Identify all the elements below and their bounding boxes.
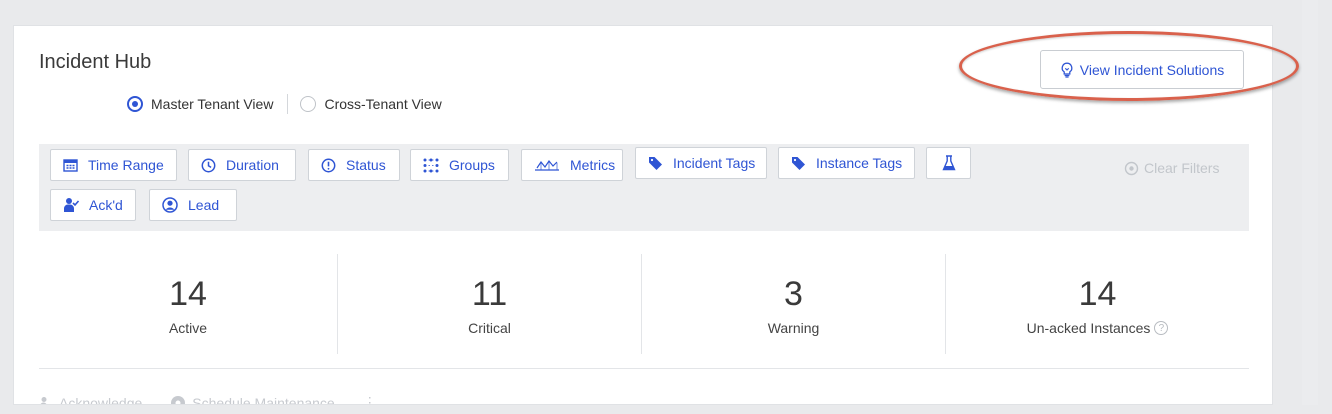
calendar-icon xyxy=(63,159,78,172)
filter-label: Status xyxy=(346,157,386,173)
filter-lead-button[interactable]: Lead xyxy=(149,189,237,221)
radio-selected-icon xyxy=(127,96,143,112)
section-divider xyxy=(39,368,1249,369)
stat-label: Critical xyxy=(468,320,511,336)
groups-icon xyxy=(423,158,439,172)
acknowledge-label: Acknowledge xyxy=(59,394,143,405)
incident-stats: 14 Active 11 Critical 3 Warning 14 Un-ac… xyxy=(39,254,1249,354)
filter-duration-button[interactable]: Duration xyxy=(188,149,296,181)
clear-filters-button[interactable]: Clear Filters xyxy=(1124,160,1219,176)
stat-value: 14 xyxy=(169,275,207,313)
acknowledged-user-icon xyxy=(64,198,79,212)
maintenance-icon xyxy=(171,395,186,404)
filter-label: Duration xyxy=(226,157,279,173)
stat-critical[interactable]: 11 Critical xyxy=(338,254,641,354)
tag-icon xyxy=(792,157,805,170)
filter-incident-tags-button[interactable]: Incident Tags xyxy=(635,147,767,179)
question-icon[interactable]: ? xyxy=(1154,321,1169,335)
filter-ackd-button[interactable]: Ack'd xyxy=(50,189,136,221)
stat-active[interactable]: 14 Active xyxy=(39,254,337,354)
bulk-actions-bar: Acknowledge Schedule Maintenance ⋮ xyxy=(39,394,405,405)
cross-tenant-view-label: Cross-Tenant View xyxy=(324,96,442,112)
flask-icon xyxy=(941,155,956,171)
schedule-maintenance-button[interactable]: Schedule Maintenance xyxy=(170,394,335,405)
filter-label: Ack'd xyxy=(89,197,123,213)
view-incident-solutions-button[interactable]: View Incident Solutions xyxy=(1040,50,1244,89)
acknowledge-button[interactable]: Acknowledge xyxy=(39,394,143,405)
radio-unselected-icon xyxy=(300,96,317,112)
stat-value: 14 xyxy=(1078,275,1117,313)
stat-label: Active xyxy=(168,320,208,336)
scrollbar-track[interactable] xyxy=(1302,0,1318,405)
alert-circle-icon xyxy=(321,158,336,172)
filter-time-range-button[interactable]: Time Range xyxy=(50,149,177,181)
view-incident-solutions-label: View Incident Solutions xyxy=(1079,61,1225,78)
cross-tenant-view-radio[interactable]: Cross-Tenant View xyxy=(300,96,442,112)
clock-icon xyxy=(201,158,216,172)
tag-icon xyxy=(649,157,662,170)
filter-flask-button[interactable] xyxy=(926,147,971,179)
clear-filter-icon xyxy=(1124,161,1139,175)
master-tenant-view-radio[interactable]: Master Tenant View xyxy=(127,96,273,112)
filter-groups-button[interactable]: Groups xyxy=(410,149,509,181)
filter-label: Groups xyxy=(449,157,495,173)
incident-hub-panel: Incident Hub Master Tenant View Cross-Te… xyxy=(13,25,1273,405)
more-icon: ⋮ xyxy=(362,394,377,405)
page-title: Incident Hub xyxy=(39,51,152,73)
filter-status-button[interactable]: Status xyxy=(308,149,400,181)
clear-filters-label: Clear Filters xyxy=(1144,160,1220,176)
master-tenant-view-label: Master Tenant View xyxy=(151,96,274,112)
stat-warning[interactable]: 3 Warning xyxy=(642,254,945,354)
schedule-maintenance-label: Schedule Maintenance xyxy=(192,394,335,405)
filter-metrics-button[interactable]: Metrics xyxy=(521,149,623,181)
toggle-divider xyxy=(287,94,289,114)
lightbulb-icon xyxy=(1061,62,1073,78)
stat-value: 3 xyxy=(784,275,803,313)
view-toggle: Master Tenant View Cross-Tenant View xyxy=(127,94,442,114)
filter-label: Lead xyxy=(188,197,220,213)
user-circle-icon xyxy=(162,197,178,213)
acknowledge-icon xyxy=(40,396,47,404)
more-actions-button[interactable]: ⋮ xyxy=(362,394,377,405)
metrics-icon xyxy=(535,159,559,171)
filter-label: Time Range xyxy=(88,157,164,173)
filter-label: Instance Tags xyxy=(816,155,903,171)
filter-instance-tags-button[interactable]: Instance Tags xyxy=(778,147,915,179)
stat-unacked-instances[interactable]: 14 Un-acked Instances ? xyxy=(946,254,1249,354)
stat-label: Un-acked Instances xyxy=(1026,320,1151,336)
stat-value: 11 xyxy=(471,275,508,313)
filter-label: Metrics xyxy=(570,157,616,173)
stat-label: Warning xyxy=(767,320,820,336)
filter-bar: Time Range Duration Status Groups Metric… xyxy=(39,144,1249,231)
filter-label: Incident Tags xyxy=(673,155,756,171)
